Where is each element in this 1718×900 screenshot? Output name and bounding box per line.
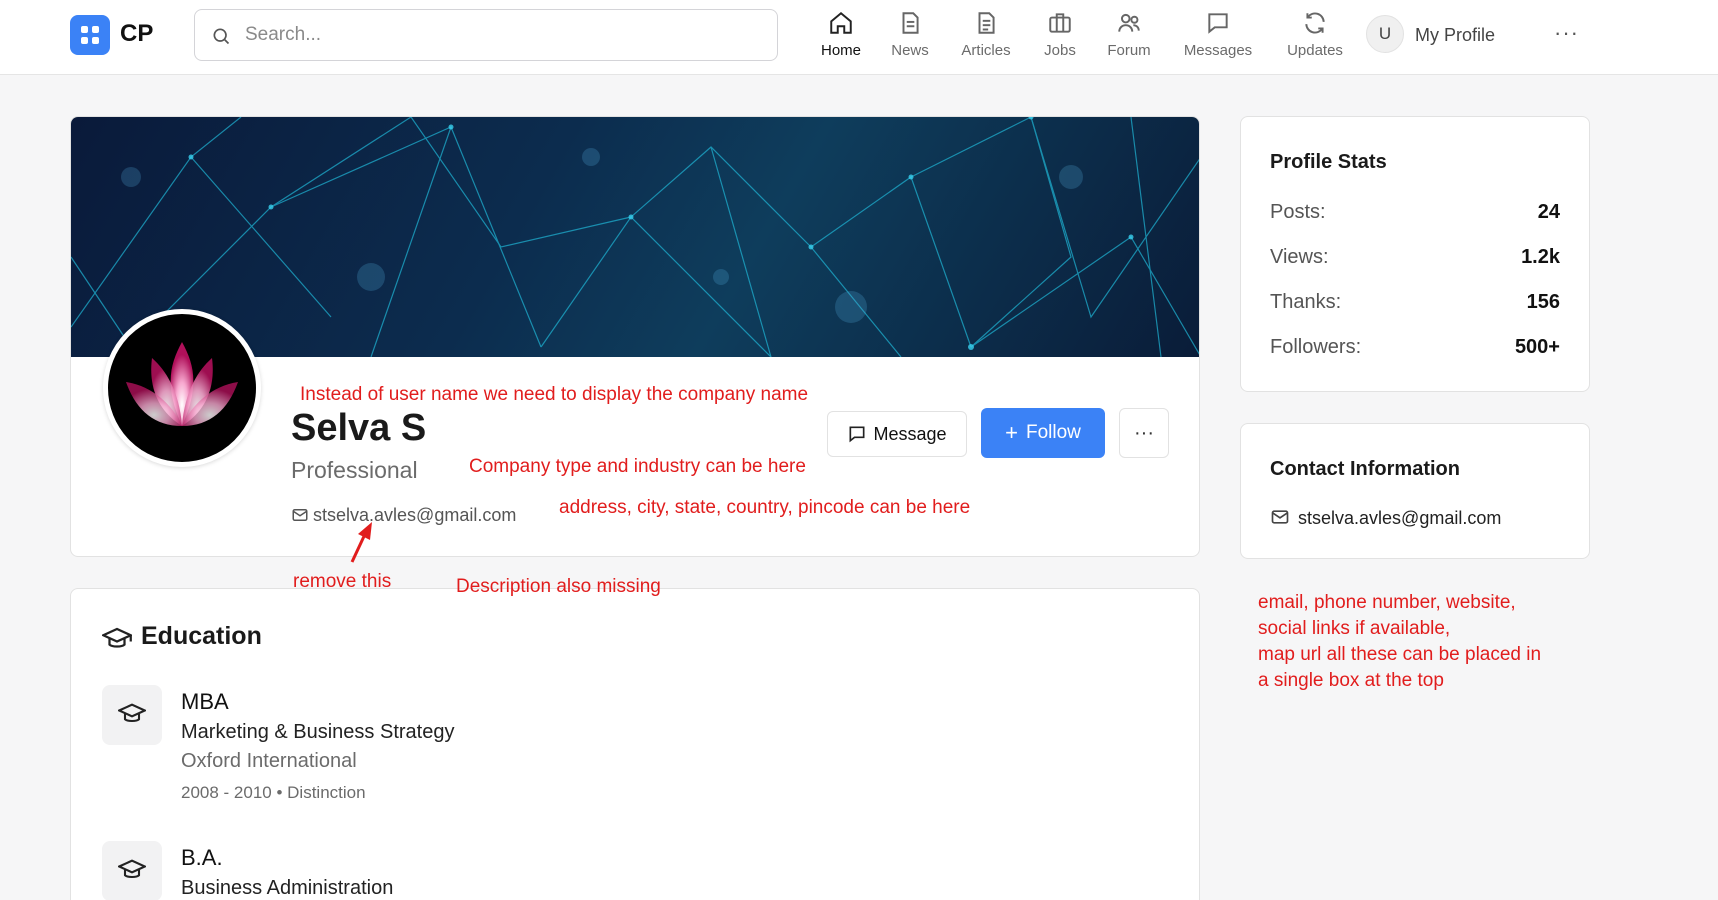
banner-network-graphic	[71, 117, 1199, 358]
graduation-cap-icon	[118, 859, 146, 879]
annotation-contact-line: email, phone number, website,	[1258, 592, 1516, 613]
stat-row-thanks: Thanks: 156	[1270, 291, 1560, 314]
jobs-icon	[1049, 13, 1071, 33]
profile-more-button[interactable]: ···	[1119, 408, 1169, 458]
annotation-contact-line: social links if available,	[1258, 618, 1451, 639]
mail-icon	[1271, 510, 1289, 524]
stat-row-followers: Followers: 500+	[1270, 336, 1560, 359]
stat-label: Views:	[1270, 246, 1329, 268]
stat-row-views: Views: 1.2k	[1270, 246, 1560, 269]
stat-value: 500+	[1514, 336, 1560, 358]
annotation-arrow-icon	[350, 522, 372, 563]
home-icon	[830, 11, 852, 34]
nav-articles[interactable]: Articles	[956, 10, 1016, 62]
profile-email: stselva.avles@gmail.com	[291, 505, 516, 526]
mail-icon	[292, 509, 308, 521]
graduation-cap-icon	[118, 703, 146, 723]
messages-icon	[1208, 13, 1228, 34]
search-input[interactable]	[245, 20, 745, 50]
nav-home-label: Home	[820, 42, 861, 59]
search-icon	[213, 28, 230, 45]
profile-role: Professional	[291, 457, 418, 483]
stat-row-posts: Posts: 24	[1270, 201, 1560, 224]
annotation-contact-box: email, phone number, website, social lin…	[1258, 590, 1541, 694]
follow-button-label: Follow	[1025, 422, 1081, 443]
profile-email-text: stselva.avles@gmail.com	[313, 505, 517, 525]
education-degree: B.A.	[181, 845, 223, 870]
education-degree: MBA	[181, 689, 229, 714]
contact-information-title: Contact Information	[1270, 458, 1460, 480]
nav-jobs[interactable]: Jobs	[1040, 10, 1080, 62]
company-logo-avatar[interactable]	[103, 309, 261, 467]
message-button-label: Message	[873, 423, 947, 444]
nav-updates-label: Updates	[1287, 42, 1343, 59]
annotation-description: Description also missing	[456, 576, 661, 597]
app-logo-icon[interactable]	[70, 15, 110, 55]
education-title: Education	[141, 622, 262, 650]
lotus-logo-icon	[126, 342, 238, 426]
nav-updates[interactable]: Updates	[1282, 10, 1348, 62]
education-meta: 2008 - 2010 • Distinction	[181, 783, 366, 802]
annotation-contact-line: a single box at the top	[1258, 670, 1444, 691]
plus-icon: +	[1005, 420, 1018, 445]
forum-icon	[1118, 13, 1140, 32]
stat-label: Posts:	[1270, 201, 1326, 223]
app-brand[interactable]: CP	[120, 20, 153, 48]
top-navbar: CP Home News Articles Jobs Forum Message…	[0, 0, 1718, 75]
profile-stats-title: Profile Stats	[1270, 151, 1387, 173]
stat-value: 1.2k	[1521, 246, 1560, 268]
annotation-address: address, city, state, country, pincode c…	[559, 497, 971, 518]
nav-forum-label: Forum	[1107, 42, 1151, 59]
nav-jobs-label: Jobs	[1044, 42, 1076, 59]
nav-forum[interactable]: Forum	[1104, 10, 1154, 62]
nav-messages[interactable]: Messages	[1180, 10, 1256, 62]
profile-stats-card: Profile Stats Posts: 24 Views: 1.2k Than…	[1240, 116, 1590, 392]
my-profile-link[interactable]: My Profile	[1415, 25, 1495, 46]
message-button[interactable]: Message	[827, 411, 967, 457]
user-avatar[interactable]: U	[1366, 15, 1404, 53]
education-card: Education MBA Marketing & Business Strat…	[70, 588, 1200, 900]
follow-button[interactable]: + Follow	[981, 408, 1105, 458]
stat-label: Followers:	[1270, 336, 1362, 358]
annotation-remove: remove this	[293, 571, 392, 592]
updates-icon	[1305, 12, 1325, 34]
nav-messages-label: Messages	[1183, 42, 1253, 59]
contact-email[interactable]: stselva.avles@gmail.com	[1270, 507, 1501, 529]
nav-home[interactable]: Home	[816, 10, 866, 62]
education-school: Oxford International	[181, 750, 357, 772]
annotation-company-name: Instead of user name we need to display …	[300, 384, 809, 405]
education-field: Marketing & Business Strategy	[181, 721, 455, 743]
annotation-contact-line: map url all these can be placed in	[1258, 644, 1542, 665]
profile-card: Selva S Professional stselva.avles@gmail…	[70, 116, 1200, 557]
education-item-icon	[102, 685, 162, 745]
education-item-icon	[102, 841, 162, 900]
stat-value: 156	[1526, 291, 1560, 313]
message-icon	[849, 426, 865, 442]
graduation-cap-icon	[102, 627, 132, 648]
nav-news[interactable]: News	[886, 10, 934, 62]
news-icon	[902, 12, 919, 34]
profile-name: Selva S	[291, 407, 427, 449]
articles-icon	[978, 12, 995, 34]
contact-information-card: Contact Information stselva.avles@gmail.…	[1240, 423, 1590, 559]
stat-label: Thanks:	[1270, 291, 1342, 313]
more-options-icon[interactable]: ···	[1554, 20, 1579, 46]
contact-email-text: stselva.avles@gmail.com	[1298, 508, 1502, 528]
nav-articles-label: Articles	[961, 42, 1011, 59]
annotation-company-type: Company type and industry can be here	[469, 456, 806, 477]
profile-banner	[71, 117, 1199, 358]
stat-value: 24	[1537, 201, 1560, 223]
search-box[interactable]	[194, 9, 778, 61]
education-field: Business Administration	[181, 877, 394, 899]
nav-news-label: News	[891, 42, 929, 59]
